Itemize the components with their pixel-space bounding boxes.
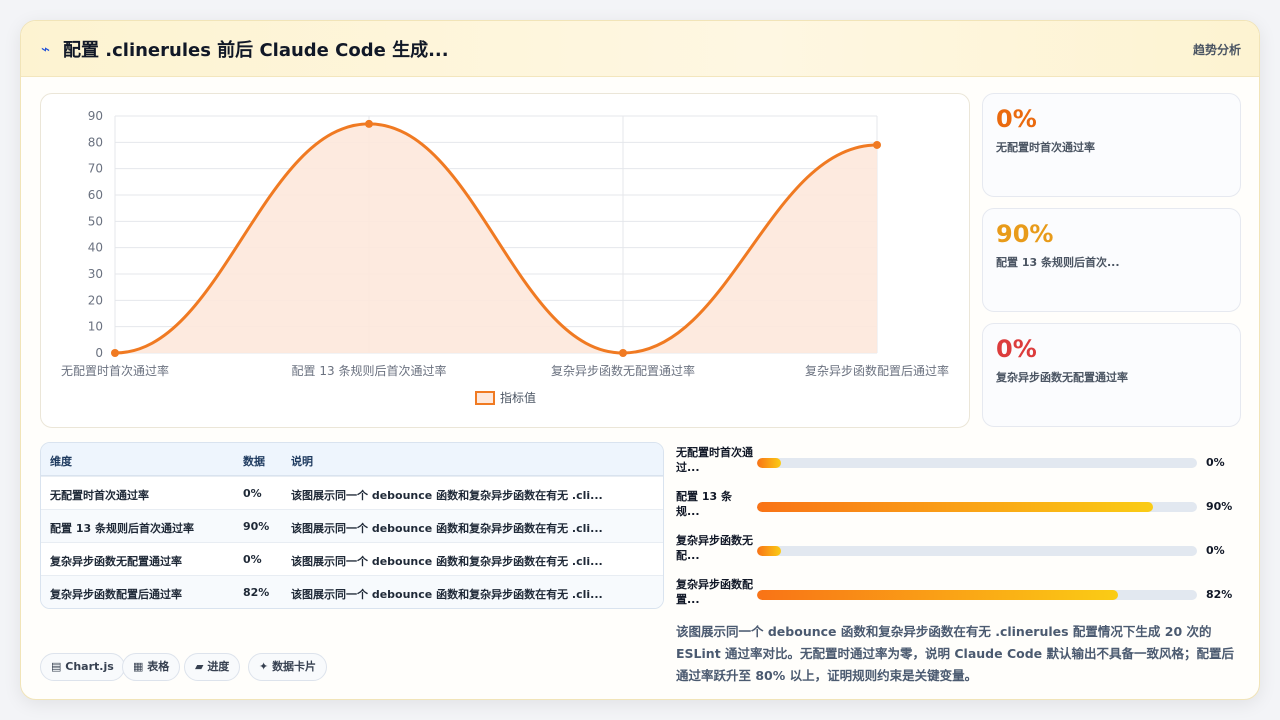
- dashboard-card: ⌁ 配置 .clinerules 前后 Claude Code 生成... 趋势…: [20, 20, 1260, 700]
- progress-row: 复杂异步函数配置... 82%: [676, 577, 1241, 611]
- kpi-card-0: 0% 无配置时首次通过率: [982, 93, 1241, 197]
- progress-label: 无配置时首次通过...: [676, 446, 753, 474]
- y-tick-label: 30: [88, 267, 103, 281]
- progress-track: [757, 458, 1197, 468]
- chart-icon: ▤: [51, 660, 62, 673]
- progress-row: 复杂异步函数无配... 0%: [676, 533, 1241, 567]
- progress-fill: [757, 502, 1153, 512]
- table-cell: 该图展示同一个 debounce 函数和复杂异步函数在有无 .cli...: [291, 555, 603, 568]
- table-cell: 无配置时首次通过率: [50, 489, 149, 502]
- data-point: [111, 349, 119, 357]
- progress-value: 90%: [1206, 500, 1233, 513]
- tag-label: 数据卡片: [272, 660, 317, 673]
- x-tick-label: 配置 13 条规则后首次通过率: [292, 363, 447, 378]
- y-tick-label: 60: [88, 188, 103, 202]
- table-cell: 0%: [243, 553, 262, 566]
- table-cell: 该图展示同一个 debounce 函数和复杂异步函数在有无 .cli...: [291, 588, 603, 601]
- table-cell: 该图展示同一个 debounce 函数和复杂异步函数在有无 .cli...: [291, 522, 603, 535]
- table-cell: 0%: [243, 487, 262, 500]
- table-header-cell: 数据: [243, 455, 265, 468]
- table-cell: 配置 13 条规则后首次通过率: [50, 522, 194, 535]
- table-header-cell: 说明: [291, 455, 313, 468]
- y-tick-label: 40: [88, 241, 103, 255]
- tag-chartjs[interactable]: ▤ Chart.js: [40, 653, 125, 681]
- progress-fill: [757, 590, 1118, 600]
- x-tick-label: 无配置时首次通过率: [61, 363, 169, 378]
- kpi-label: 配置 13 条规则后首次...: [996, 256, 1120, 269]
- table-icon: ▦: [133, 660, 144, 673]
- tag-label: 表格: [147, 660, 170, 673]
- kpi-card-2: 0% 复杂异步函数无配置通过率: [982, 323, 1241, 427]
- y-tick-label: 0: [95, 346, 103, 360]
- tag-label: Chart.js: [65, 660, 114, 673]
- kpi-value: 0%: [996, 335, 1037, 363]
- kpi-value: 90%: [996, 220, 1054, 248]
- table-cell: 该图展示同一个 debounce 函数和复杂异步函数在有无 .cli...: [291, 489, 603, 502]
- progress-row: 配置 13 条规... 90%: [676, 489, 1241, 523]
- progress-track: [757, 546, 1197, 556]
- page-title: 配置 .clinerules 前后 Claude Code 生成...: [63, 40, 449, 61]
- kpi-value: 0%: [996, 105, 1037, 133]
- progress-label: 配置 13 条规...: [676, 490, 732, 518]
- table-cell: 90%: [243, 520, 270, 533]
- legend-label: 指标值: [500, 390, 536, 405]
- table-row: 配置 13 条规则后首次通过率 90% 该图展示同一个 debounce 函数和…: [41, 509, 663, 542]
- table-row: 无配置时首次通过率 0% 该图展示同一个 debounce 函数和复杂异步函数在…: [41, 476, 663, 509]
- x-tick-label: 复杂异步函数无配置通过率: [551, 363, 695, 378]
- progress-value: 82%: [1206, 588, 1233, 601]
- kpi-card-1: 90% 配置 13 条规则后首次...: [982, 208, 1241, 312]
- table-header-row: 维度 数据 说明: [41, 443, 663, 476]
- tag-progress[interactable]: ▰ 进度: [184, 653, 241, 681]
- progress-track: [757, 590, 1197, 600]
- table-header-cell: 维度: [50, 455, 72, 468]
- sparkle-icon: ✦: [259, 660, 269, 673]
- data-point: [619, 349, 627, 357]
- trend-analysis-button[interactable]: 趋势分析: [1193, 41, 1241, 58]
- x-tick-label: 复杂异步函数配置后通过率: [805, 363, 949, 378]
- lightning-icon: ⌁: [41, 40, 51, 58]
- y-tick-label: 50: [88, 214, 103, 228]
- progress-fill: [757, 546, 782, 556]
- tag-data-card[interactable]: ✦ 数据卡片: [248, 653, 328, 681]
- progress-value: 0%: [1206, 456, 1225, 469]
- table-row: 复杂异步函数无配置通过率 0% 该图展示同一个 debounce 函数和复杂异步…: [41, 542, 663, 575]
- progress-icon: ▰: [195, 660, 204, 673]
- table-cell: 复杂异步函数配置后通过率: [50, 588, 182, 601]
- kpi-label: 无配置时首次通过率: [996, 141, 1095, 154]
- y-tick-label: 80: [88, 135, 103, 149]
- chart-description: 该图展示同一个 debounce 函数和复杂异步函数在有无 .clinerule…: [676, 624, 1234, 683]
- table-cell: 82%: [243, 586, 270, 599]
- kpi-label: 复杂异步函数无配置通过率: [996, 371, 1128, 384]
- progress-track: [757, 502, 1197, 512]
- data-table: 维度 数据 说明 无配置时首次通过率 0% 该图展示同一个 debounce 函…: [40, 442, 664, 609]
- progress-label: 复杂异步函数配置...: [676, 578, 753, 606]
- y-tick-label: 70: [88, 162, 103, 176]
- tag-label: 进度: [207, 660, 230, 673]
- progress-label: 复杂异步函数无配...: [676, 534, 753, 562]
- y-tick-label: 20: [88, 293, 103, 307]
- line-chart: 0 10 20 30 40 50 60 70 80 90 无配置时首次通过率 配置 13 条规则后首次…: [61, 109, 949, 405]
- table-cell: 复杂异步函数无配置通过率: [50, 555, 182, 568]
- progress-value: 0%: [1206, 544, 1225, 557]
- data-point: [365, 119, 373, 128]
- progress-fill: [757, 458, 782, 468]
- y-tick-label: 90: [88, 109, 103, 123]
- legend-swatch: [475, 391, 495, 405]
- line-chart-panel: 0 10 20 30 40 50 60 70 80 90 无配置时首次通过率 配置 13 条规则后首次…: [40, 93, 970, 428]
- y-tick-label: 10: [88, 320, 103, 334]
- data-point: [873, 140, 881, 149]
- progress-row: 无配置时首次通过... 0%: [676, 445, 1241, 479]
- card-header: ⌁ 配置 .clinerules 前后 Claude Code 生成... 趋势…: [21, 21, 1259, 77]
- tag-table[interactable]: ▦ 表格: [122, 653, 181, 681]
- table-row: 复杂异步函数配置后通过率 82% 该图展示同一个 debounce 函数和复杂异…: [41, 575, 663, 608]
